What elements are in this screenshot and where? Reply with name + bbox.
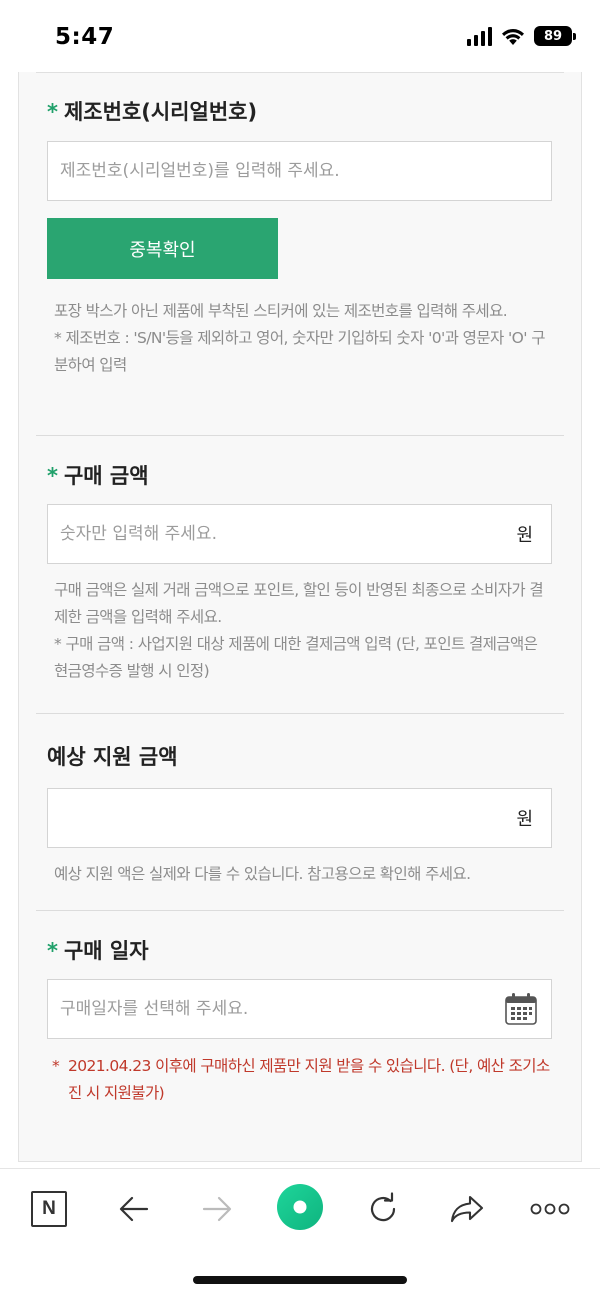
naver-home-button[interactable]: N — [27, 1187, 71, 1231]
serial-help-line: 포장 박스가 아닌 제품에 부착된 스티커에 있는 제조번호를 입력해 주세요. — [54, 302, 508, 320]
estimated-amount-field: 원 — [47, 788, 552, 848]
warning-mark: * — [52, 1057, 60, 1075]
green-dot-button[interactable] — [276, 1183, 324, 1231]
duplicate-check-button[interactable]: 중복확인 — [47, 218, 278, 279]
more-icon — [530, 1203, 570, 1215]
status-time: 5:47 — [55, 24, 115, 50]
green-dot-icon — [277, 1184, 323, 1230]
serial-input[interactable] — [60, 161, 539, 181]
forward-arrow-icon — [202, 1196, 232, 1222]
divider — [36, 72, 564, 73]
browser-toolbar: N — [0, 1168, 600, 1248]
reload-icon — [370, 1192, 396, 1222]
home-indicator — [193, 1276, 407, 1284]
back-button[interactable] — [112, 1187, 156, 1231]
back-arrow-icon — [119, 1196, 149, 1222]
serial-title-text: 제조번호(시리얼번호) — [63, 100, 258, 124]
date-warning-text: 2021.04.23 이후에 구매하신 제품만 지원 받을 수 있습니다. (단… — [68, 1057, 550, 1102]
calendar-icon[interactable] — [504, 992, 538, 1026]
estimated-section-title: 예상 지원 금액 — [47, 741, 178, 771]
estimated-title-text: 예상 지원 금액 — [47, 745, 178, 769]
divider — [36, 910, 564, 911]
amount-section-title: * 구매 금액 — [47, 460, 149, 490]
amount-input[interactable] — [60, 524, 517, 544]
divider — [36, 435, 564, 436]
naver-n-label: N — [42, 1198, 56, 1219]
forward-button[interactable] — [195, 1187, 239, 1231]
estimated-help-line: 예상 지원 액은 실제와 다를 수 있습니다. 참고용으로 확인해 주세요. — [54, 865, 471, 883]
amount-input-box[interactable]: 원 — [47, 504, 552, 564]
serial-input-box[interactable] — [47, 141, 552, 201]
amount-title-text: 구매 금액 — [63, 464, 149, 488]
battery-icon: 89 — [534, 26, 576, 46]
estimated-unit: 원 — [516, 809, 533, 830]
date-input-box[interactable] — [47, 979, 552, 1039]
status-bar: 5:47 89 — [0, 0, 600, 72]
amount-help-line: 구매 금액은 실제 거래 금액으로 포인트, 할인 등이 반영된 최종으로 소비… — [54, 581, 544, 626]
reload-button[interactable] — [361, 1187, 405, 1231]
required-mark: * — [47, 464, 58, 488]
date-input[interactable] — [60, 999, 504, 1019]
serial-help-line: * 제조번호 : 'S/N'등을 제외하고 영어, 숫자만 기입하되 숫자 '0… — [54, 329, 545, 374]
divider — [36, 713, 564, 714]
serial-help: 포장 박스가 아닌 제품에 부착된 스티커에 있는 제조번호를 입력해 주세요.… — [54, 298, 548, 379]
more-button[interactable] — [528, 1187, 572, 1231]
share-button[interactable] — [445, 1187, 489, 1231]
estimated-help: 예상 지원 액은 실제와 다를 수 있습니다. 참고용으로 확인해 주세요. — [54, 861, 548, 888]
share-icon — [450, 1195, 484, 1223]
serial-section-title: * 제조번호(시리얼번호) — [47, 96, 257, 126]
required-mark: * — [47, 939, 58, 963]
amount-help-line: * 구매 금액 : 사업지원 대상 제품에 대한 결제금액 입력 (단, 포인트… — [54, 635, 538, 680]
signal-icon — [467, 26, 492, 46]
amount-unit: 원 — [516, 525, 533, 546]
wifi-icon — [502, 29, 524, 45]
date-section-title: * 구매 일자 — [47, 935, 149, 965]
naver-n-icon: N — [31, 1191, 67, 1227]
status-icons: 89 — [467, 26, 576, 46]
date-title-text: 구매 일자 — [63, 939, 149, 963]
amount-help: 구매 금액은 실제 거래 금액으로 포인트, 할인 등이 반영된 최종으로 소비… — [54, 577, 548, 685]
date-warning: * 2021.04.23 이후에 구매하신 제품만 지원 받을 수 있습니다. … — [52, 1053, 552, 1107]
required-mark: * — [47, 100, 58, 124]
